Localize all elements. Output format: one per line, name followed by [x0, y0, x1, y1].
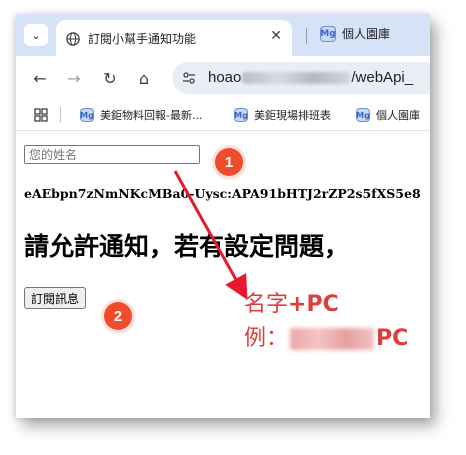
chevron-down-icon: ⌄ — [31, 28, 41, 42]
reload-icon: ↻ — [103, 68, 117, 88]
annotation-line-1: 名字+PC — [244, 286, 339, 318]
tab-search-button[interactable]: ⌄ — [24, 24, 48, 46]
tab-strip: ⌄ 訂閱小幫手通知功能 ✕ Mg 個人園庫 — [16, 14, 430, 56]
reload-button[interactable]: ↻ — [100, 68, 120, 88]
browser-toolbar: ← → ↻ ⌂ hoao/webApi_ — [16, 56, 430, 100]
bookmarks-bar: Mg 美鉅物料回報-最新... Mg 美鉅現場排班表 Mg 個人園庫 — [16, 100, 430, 131]
tab-title: 訂閱小幫手通知功能 — [88, 32, 197, 46]
back-button[interactable]: ← — [30, 68, 50, 88]
bookmark-favicon-icon: Mg — [234, 108, 248, 122]
browser-window: ⌄ 訂閱小幫手通知功能 ✕ Mg 個人園庫 ← → ↻ ⌂ hoao /webA… — [16, 14, 430, 418]
tab-active[interactable]: 訂閱小幫手通知功能 ✕ — [56, 20, 292, 56]
annotation-line-2: 例： PC — [244, 320, 408, 352]
bookmark-item[interactable]: Mg 美鉅物料回報-最新... — [80, 107, 202, 123]
redacted-name — [290, 328, 375, 350]
bookmark-favicon-icon: Mg — [356, 108, 370, 122]
step-badge-1: 1 — [215, 148, 243, 176]
tab-separator — [306, 28, 307, 44]
tab-inactive[interactable]: Mg 個人園庫 — [312, 20, 430, 50]
apps-grid-icon[interactable] — [34, 108, 48, 122]
arrow-left-icon: ← — [33, 68, 47, 88]
token-text: eAEbpn7zNmNKcMBa0-Uysc:APA91bHTJ2rZP2s5f… — [24, 186, 421, 201]
forward-button[interactable]: → — [64, 68, 84, 88]
url-text: hoao/webApi_ — [208, 69, 413, 86]
bookmark-label: 美鉅現場排班表 — [254, 109, 331, 122]
tab-title: 個人園庫 — [342, 27, 391, 41]
redacted-url-segment — [242, 72, 351, 85]
address-bar[interactable]: hoao/webApi_ — [172, 62, 430, 94]
close-icon[interactable]: ✕ — [270, 28, 282, 44]
site-favicon-icon: Mg — [320, 26, 336, 42]
bookmark-label: 美鉅物料回報-最新... — [100, 109, 203, 122]
step-badge-2: 2 — [104, 302, 132, 330]
annotation-example-label: 例： — [244, 326, 289, 351]
arrow-right-icon: → — [67, 68, 81, 88]
bookmark-item[interactable]: Mg 個人園庫 — [356, 107, 420, 123]
bookmarks-separator — [60, 107, 61, 123]
annotation-name-label: 名字 — [244, 292, 289, 317]
globe-icon — [66, 32, 80, 46]
home-button[interactable]: ⌂ — [134, 68, 154, 88]
home-icon: ⌂ — [138, 68, 150, 88]
bookmark-label: 個人園庫 — [376, 109, 420, 122]
site-info-icon[interactable] — [182, 71, 196, 85]
annotation-pc-suffix: PC — [376, 326, 409, 351]
annotation-pc-suffix: +PC — [288, 292, 339, 317]
notice-heading: 請允許通知，若有設定問題， — [24, 232, 350, 261]
subscribe-button[interactable]: 訂閱訊息 — [24, 287, 87, 309]
bookmark-favicon-icon: Mg — [80, 108, 94, 122]
url-prefix: hoao — [208, 69, 242, 86]
name-input[interactable] — [24, 145, 200, 164]
bookmark-item[interactable]: Mg 美鉅現場排班表 — [234, 107, 331, 123]
url-suffix: /webApi_ — [351, 69, 414, 86]
